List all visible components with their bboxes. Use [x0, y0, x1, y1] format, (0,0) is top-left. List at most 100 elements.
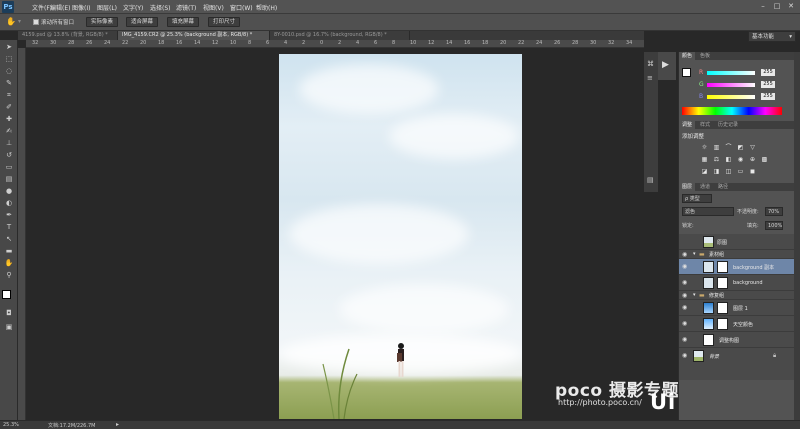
tab-styles[interactable]: 样式 [697, 121, 713, 129]
eye-icon[interactable]: ◉ [682, 279, 689, 286]
group-expand-icon[interactable]: ▾ [693, 292, 696, 298]
layer-beijing[interactable]: ◉ 背景 🔒︎ [679, 348, 795, 364]
history-panel-icon[interactable]: ⌘ [647, 60, 654, 68]
r-track[interactable] [707, 71, 755, 75]
layer-filter-select[interactable]: ρ 类型 [682, 194, 712, 203]
menu-filter[interactable]: 滤镜(T) [176, 3, 196, 12]
eye-icon[interactable]: ◉ [682, 304, 689, 311]
layer-yuantu[interactable]: 原图 [679, 234, 795, 250]
tab-8y-0010[interactable]: 8Y-0010.psd @ 16.7% (background, RGB/8) … [270, 31, 410, 40]
menu-edit[interactable]: 编辑(E) [50, 3, 70, 12]
zoom-level[interactable]: 25.3% [3, 422, 19, 428]
b-track[interactable] [707, 95, 755, 99]
color-balance-icon[interactable]: ⚖ [713, 156, 720, 163]
curves-icon[interactable]: ⌒ [725, 144, 732, 151]
levels-icon[interactable]: ▥ [713, 144, 720, 151]
fill-input[interactable]: 100% [765, 221, 783, 230]
hue-sat-icon[interactable]: ▦ [701, 156, 708, 163]
selective-color-icon[interactable]: ◼ [749, 168, 756, 175]
eye-icon[interactable]: ◉ [682, 336, 689, 343]
menu-view[interactable]: 视图(V) [203, 3, 224, 12]
tab-history[interactable]: 历史记录 [715, 121, 741, 129]
quick-select-icon[interactable]: ✎ [3, 78, 15, 88]
color-spectrum[interactable] [682, 107, 782, 115]
stamp-icon[interactable]: ⊥ [3, 138, 15, 148]
path-select-icon[interactable]: ↖ [3, 234, 15, 244]
zoom-icon[interactable]: ⚲ [3, 270, 15, 280]
color-fg-swatch[interactable] [682, 68, 691, 77]
gradient-map-icon[interactable]: ▭ [737, 168, 744, 175]
threshold-icon[interactable]: ◫ [725, 168, 732, 175]
foreground-color-swatch[interactable] [2, 290, 11, 299]
panel-scrollbar[interactable] [794, 52, 800, 420]
menu-help[interactable]: 帮助(H) [256, 3, 277, 12]
tab-layers[interactable]: 图层 [679, 183, 696, 191]
vibrance-icon[interactable]: ▽ [749, 144, 756, 151]
eye-icon[interactable]: ◉ [682, 251, 689, 258]
brightness-icon[interactable]: ☼ [701, 144, 708, 151]
eye-icon[interactable]: ◉ [682, 292, 689, 299]
play-icon[interactable]: ▶ [662, 60, 669, 70]
minimize-icon[interactable]: – [758, 2, 768, 11]
status-menu-chevron-icon[interactable]: ▸ [116, 421, 119, 428]
tab-color[interactable]: 颜色 [679, 52, 696, 60]
color-lookup-icon[interactable]: ▩ [761, 156, 768, 163]
layer-background[interactable]: ◉ background [679, 275, 795, 291]
menu-image[interactable]: 图像(I) [72, 3, 90, 12]
photo-filter-icon[interactable]: ◉ [737, 156, 744, 163]
tab-channels[interactable]: 通道 [697, 183, 713, 191]
scroll-all-checkbox[interactable] [33, 19, 39, 25]
tab-paths[interactable]: 路径 [715, 183, 731, 191]
lasso-icon[interactable]: ◌ [3, 66, 15, 76]
move-icon[interactable]: ➤ [3, 42, 15, 52]
tool-preset-chevron-icon[interactable]: ▾ [18, 18, 21, 25]
posterize-icon[interactable]: ◨ [713, 168, 720, 175]
opacity-input[interactable]: 70% [765, 207, 783, 216]
healing-icon[interactable]: ✚ [3, 114, 15, 124]
menu-window[interactable]: 窗口(W) [230, 3, 253, 12]
group-expand-icon[interactable]: ▾ [693, 251, 696, 257]
actions-panel-icon[interactable]: ▤ [647, 176, 654, 184]
menu-select[interactable]: 选择(S) [150, 3, 171, 12]
b-value[interactable]: 255 [761, 93, 775, 100]
actual-pixels-button[interactable]: 实际像素 [86, 17, 119, 27]
black-white-icon[interactable]: ◧ [725, 156, 732, 163]
type-icon[interactable]: T [3, 222, 15, 232]
marquee-icon[interactable]: ⬚ [3, 54, 15, 64]
group-sucai[interactable]: ◉ ▾ ▬ 素材组 [679, 250, 795, 259]
layer-composition[interactable]: ◉ 调整构图 [679, 332, 795, 348]
g-value[interactable]: 255 [761, 81, 775, 88]
maximize-icon[interactable]: □ [772, 2, 782, 11]
group-xiufu[interactable]: ◉ ▾ ▬ 修复组 [679, 291, 795, 300]
invert-icon[interactable]: ◪ [701, 168, 708, 175]
r-value[interactable]: 255 [761, 69, 775, 76]
menu-type[interactable]: 文字(Y) [123, 3, 143, 12]
tab-swatches[interactable]: 色板 [697, 52, 713, 60]
layer-sky-color[interactable]: ◉ 天空颜色 [679, 316, 795, 332]
shape-icon[interactable]: ▬ [3, 246, 15, 256]
eye-icon[interactable]: ◉ [682, 263, 689, 270]
fit-screen-button[interactable]: 适合屏幕 [126, 17, 159, 27]
screen-mode-icon[interactable]: ▣ [3, 322, 15, 332]
close-icon[interactable]: ✕ [786, 2, 796, 11]
g-track[interactable] [707, 83, 755, 87]
quick-mask-icon[interactable]: ◘ [3, 308, 15, 318]
workspace-select[interactable]: 基本功能 ▾ [748, 31, 796, 42]
layer-background-copy[interactable]: ◉ background 副本 [679, 259, 795, 275]
properties-panel-icon[interactable]: ≡ [647, 74, 653, 82]
hand-tool-icon[interactable]: ✋ [6, 17, 16, 26]
gradient-icon[interactable]: ▤ [3, 174, 15, 184]
blend-mode-select[interactable]: 滤色 [682, 207, 734, 216]
eyedropper-icon[interactable]: ✐ [3, 102, 15, 112]
channel-mixer-icon[interactable]: ⊕ [749, 156, 756, 163]
hand-icon[interactable]: ✋ [3, 258, 15, 268]
pen-icon[interactable]: ✒ [3, 210, 15, 220]
layer-1[interactable]: ◉ 图层 1 [679, 300, 795, 316]
tab-img-4159[interactable]: IMG_4159.CR2 @ 25.3% (background 副本, RGB… [118, 31, 270, 40]
blur-icon[interactable]: ● [3, 186, 15, 196]
menu-layer[interactable]: 图层(L) [97, 3, 117, 12]
eye-icon[interactable]: ◉ [682, 320, 689, 327]
eraser-icon[interactable]: ▭ [3, 162, 15, 172]
dodge-icon[interactable]: ◐ [3, 198, 15, 208]
eye-icon[interactable]: ◉ [682, 352, 689, 359]
